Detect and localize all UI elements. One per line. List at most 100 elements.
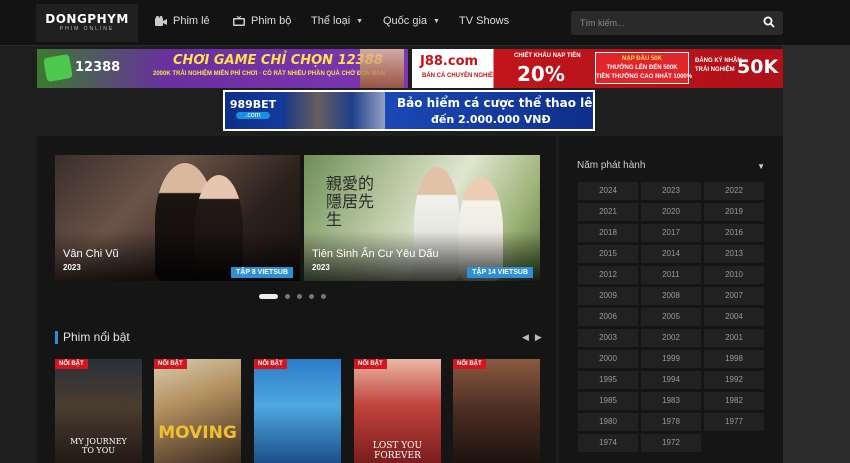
- year-item[interactable]: 1980: [578, 413, 638, 431]
- year-item[interactable]: 1974: [578, 434, 638, 452]
- year-item[interactable]: 2000: [578, 350, 638, 368]
- year-item[interactable]: 1978: [641, 413, 701, 431]
- ad-banner-j88[interactable]: J88.com BẢN CÁ CHUYÊN NGHIỆP CHIẾT KHẤU …: [412, 49, 783, 88]
- year-item[interactable]: 2013: [704, 245, 764, 263]
- dice-logo-icon: [43, 53, 73, 83]
- year-item[interactable]: 2023: [641, 182, 701, 200]
- year-item[interactable]: 1995: [578, 371, 638, 389]
- year-item[interactable]: 2010: [704, 266, 764, 284]
- prev-arrow-icon[interactable]: ◀: [522, 332, 529, 343]
- featured-badge: NỔI BẬT: [154, 359, 187, 369]
- carousel-arrows: ◀ ▶: [522, 332, 542, 343]
- year-item[interactable]: 2011: [641, 266, 701, 284]
- movie-poster[interactable]: NỔI BẬT MY JOURNEY TO YOU: [55, 359, 142, 463]
- pagination-dot-active[interactable]: [259, 294, 278, 299]
- year-item[interactable]: 1992: [704, 371, 764, 389]
- year-item[interactable]: 2015: [578, 245, 638, 263]
- nav-quoc-gia[interactable]: Quốc gia ▼: [383, 15, 440, 27]
- featured-badge: NỔI BẬT: [254, 359, 287, 369]
- ad-banner-989bet[interactable]: 989BET .com Bảo hiểm cá cược thể thao lê…: [223, 90, 595, 131]
- year-item[interactable]: 2012: [578, 266, 638, 284]
- ad-players-image: [285, 92, 385, 129]
- search-input[interactable]: [571, 11, 756, 35]
- nav-phim-le[interactable]: Phim lẻ: [155, 15, 210, 27]
- year-item[interactable]: 2008: [641, 287, 701, 305]
- chevron-down-icon: ▼: [433, 17, 440, 25]
- slide-year: 2023: [312, 263, 330, 272]
- ad-register-text: ĐĂNG KÝ NHẬN TRẢI NGHIỆM: [695, 57, 742, 75]
- year-item[interactable]: 1972: [641, 434, 701, 452]
- year-grid: 2024 2023 2022 2021 2020 2019 2018 2017 2016 2015…: [578, 182, 764, 452]
- nav-tv-shows[interactable]: TV Shows: [459, 15, 509, 27]
- year-item[interactable]: 2024: [578, 182, 638, 200]
- ad-brand-sub: BẢN CÁ CHUYÊN NGHIỆP: [422, 73, 498, 79]
- year-item[interactable]: 1994: [641, 371, 701, 389]
- ad-brand-sub: .com: [236, 112, 270, 119]
- year-item[interactable]: 2016: [704, 224, 764, 242]
- year-item[interactable]: 2020: [641, 203, 701, 221]
- year-item[interactable]: 1985: [578, 392, 638, 410]
- movie-poster[interactable]: NỔI BẬT MOVING: [154, 359, 241, 463]
- year-item[interactable]: 2009: [578, 287, 638, 305]
- search-box: [571, 11, 783, 35]
- slider-item[interactable]: Vân Chi Vũ 2023 TẬP 8 VIETSUB: [55, 155, 300, 281]
- year-item[interactable]: 2017: [641, 224, 701, 242]
- poster-title: LOST YOU FOREVER: [372, 441, 423, 461]
- year-item[interactable]: 2004: [704, 308, 764, 326]
- year-item[interactable]: 1983: [641, 392, 701, 410]
- slide-title: Tiên Sinh Ẩn Cư Yêu Dấu: [312, 248, 439, 260]
- nav-label: Quốc gia: [383, 15, 428, 27]
- year-filter-header[interactable]: Năm phát hành ▼: [577, 160, 765, 174]
- next-arrow-icon[interactable]: ▶: [535, 332, 542, 343]
- nav-the-loai[interactable]: Thể loại ▼: [311, 15, 363, 27]
- featured-badge: NỔI BẬT: [453, 359, 486, 369]
- page-gutter: [783, 46, 850, 463]
- pagination-dot[interactable]: [321, 294, 326, 299]
- ad-banner-12388[interactable]: 12388 CHƠI GAME CHỈ CHỌN 12388 2000K TRẢ…: [37, 49, 408, 88]
- pagination-dot[interactable]: [309, 294, 314, 299]
- ad-offer-line: NẠP ĐẦU 50K: [622, 56, 662, 62]
- year-item[interactable]: 1999: [641, 350, 701, 368]
- year-item[interactable]: 2003: [578, 329, 638, 347]
- ad-percent: 20%: [517, 62, 565, 86]
- ad-brand: J88.com: [420, 54, 479, 69]
- nav-label: Thể loại: [311, 15, 351, 27]
- poster-title: MOVING: [158, 423, 237, 443]
- section-accent-bar: [55, 330, 58, 344]
- poster-title: MY JOURNEY TO YOU: [70, 437, 127, 455]
- year-item[interactable]: 2002: [641, 329, 701, 347]
- year-item[interactable]: 1982: [704, 392, 764, 410]
- slide-title: Vân Chi Vũ: [63, 248, 119, 260]
- ad-subtitle: 2000K TRẢI NGHIỆM MIỄN PHÍ CHƠI · CÓ RẤT…: [153, 71, 385, 77]
- nav-phim-bo[interactable]: Phim bộ: [233, 15, 291, 27]
- nav-label: TV Shows: [459, 15, 510, 27]
- ad-offer-box: NẠP ĐẦU 50K THƯỞNG LÊN ĐẾN 500K TIỀN THƯ…: [595, 52, 692, 84]
- year-item[interactable]: 2022: [704, 182, 764, 200]
- ad-brand: 12388: [75, 60, 121, 75]
- year-item[interactable]: 1998: [704, 350, 764, 368]
- year-item[interactable]: 2014: [641, 245, 701, 263]
- year-item[interactable]: 2005: [641, 308, 701, 326]
- featured-badge: NỔI BẬT: [354, 359, 387, 369]
- year-item[interactable]: 2001: [704, 329, 764, 347]
- logo-text: DONGPHYM: [45, 12, 129, 26]
- year-item[interactable]: 2018: [578, 224, 638, 242]
- ad-text: CHIẾT KHẤU NẠP TIỀN: [514, 53, 581, 59]
- year-item[interactable]: 1977: [704, 413, 764, 431]
- pagination-dot[interactable]: [297, 294, 302, 299]
- movie-poster[interactable]: NỔI BẬT: [453, 359, 540, 463]
- ad-subtitle: đến 2.000.000 VNĐ: [431, 113, 551, 126]
- nav-label: Phim bộ: [251, 15, 292, 27]
- movie-poster[interactable]: NỔI BẬT: [254, 359, 341, 463]
- chevron-down-icon: ▼: [757, 162, 765, 171]
- slider-item[interactable]: 親愛的隱居先生 Tiên Sinh Ẩn Cư Yêu Dấu 2023 TẬP…: [304, 155, 540, 281]
- pagination-dot[interactable]: [285, 294, 290, 299]
- year-item[interactable]: 2021: [578, 203, 638, 221]
- site-logo[interactable]: DONGPHYM PHIM ONLINE: [36, 4, 138, 42]
- year-item[interactable]: 2019: [704, 203, 764, 221]
- year-item[interactable]: 2007: [704, 287, 764, 305]
- year-item[interactable]: 2006: [578, 308, 638, 326]
- movie-poster[interactable]: NỔI BẬT LOST YOU FOREVER: [354, 359, 441, 463]
- search-icon[interactable]: [763, 16, 775, 28]
- chevron-down-icon: ▼: [356, 17, 364, 25]
